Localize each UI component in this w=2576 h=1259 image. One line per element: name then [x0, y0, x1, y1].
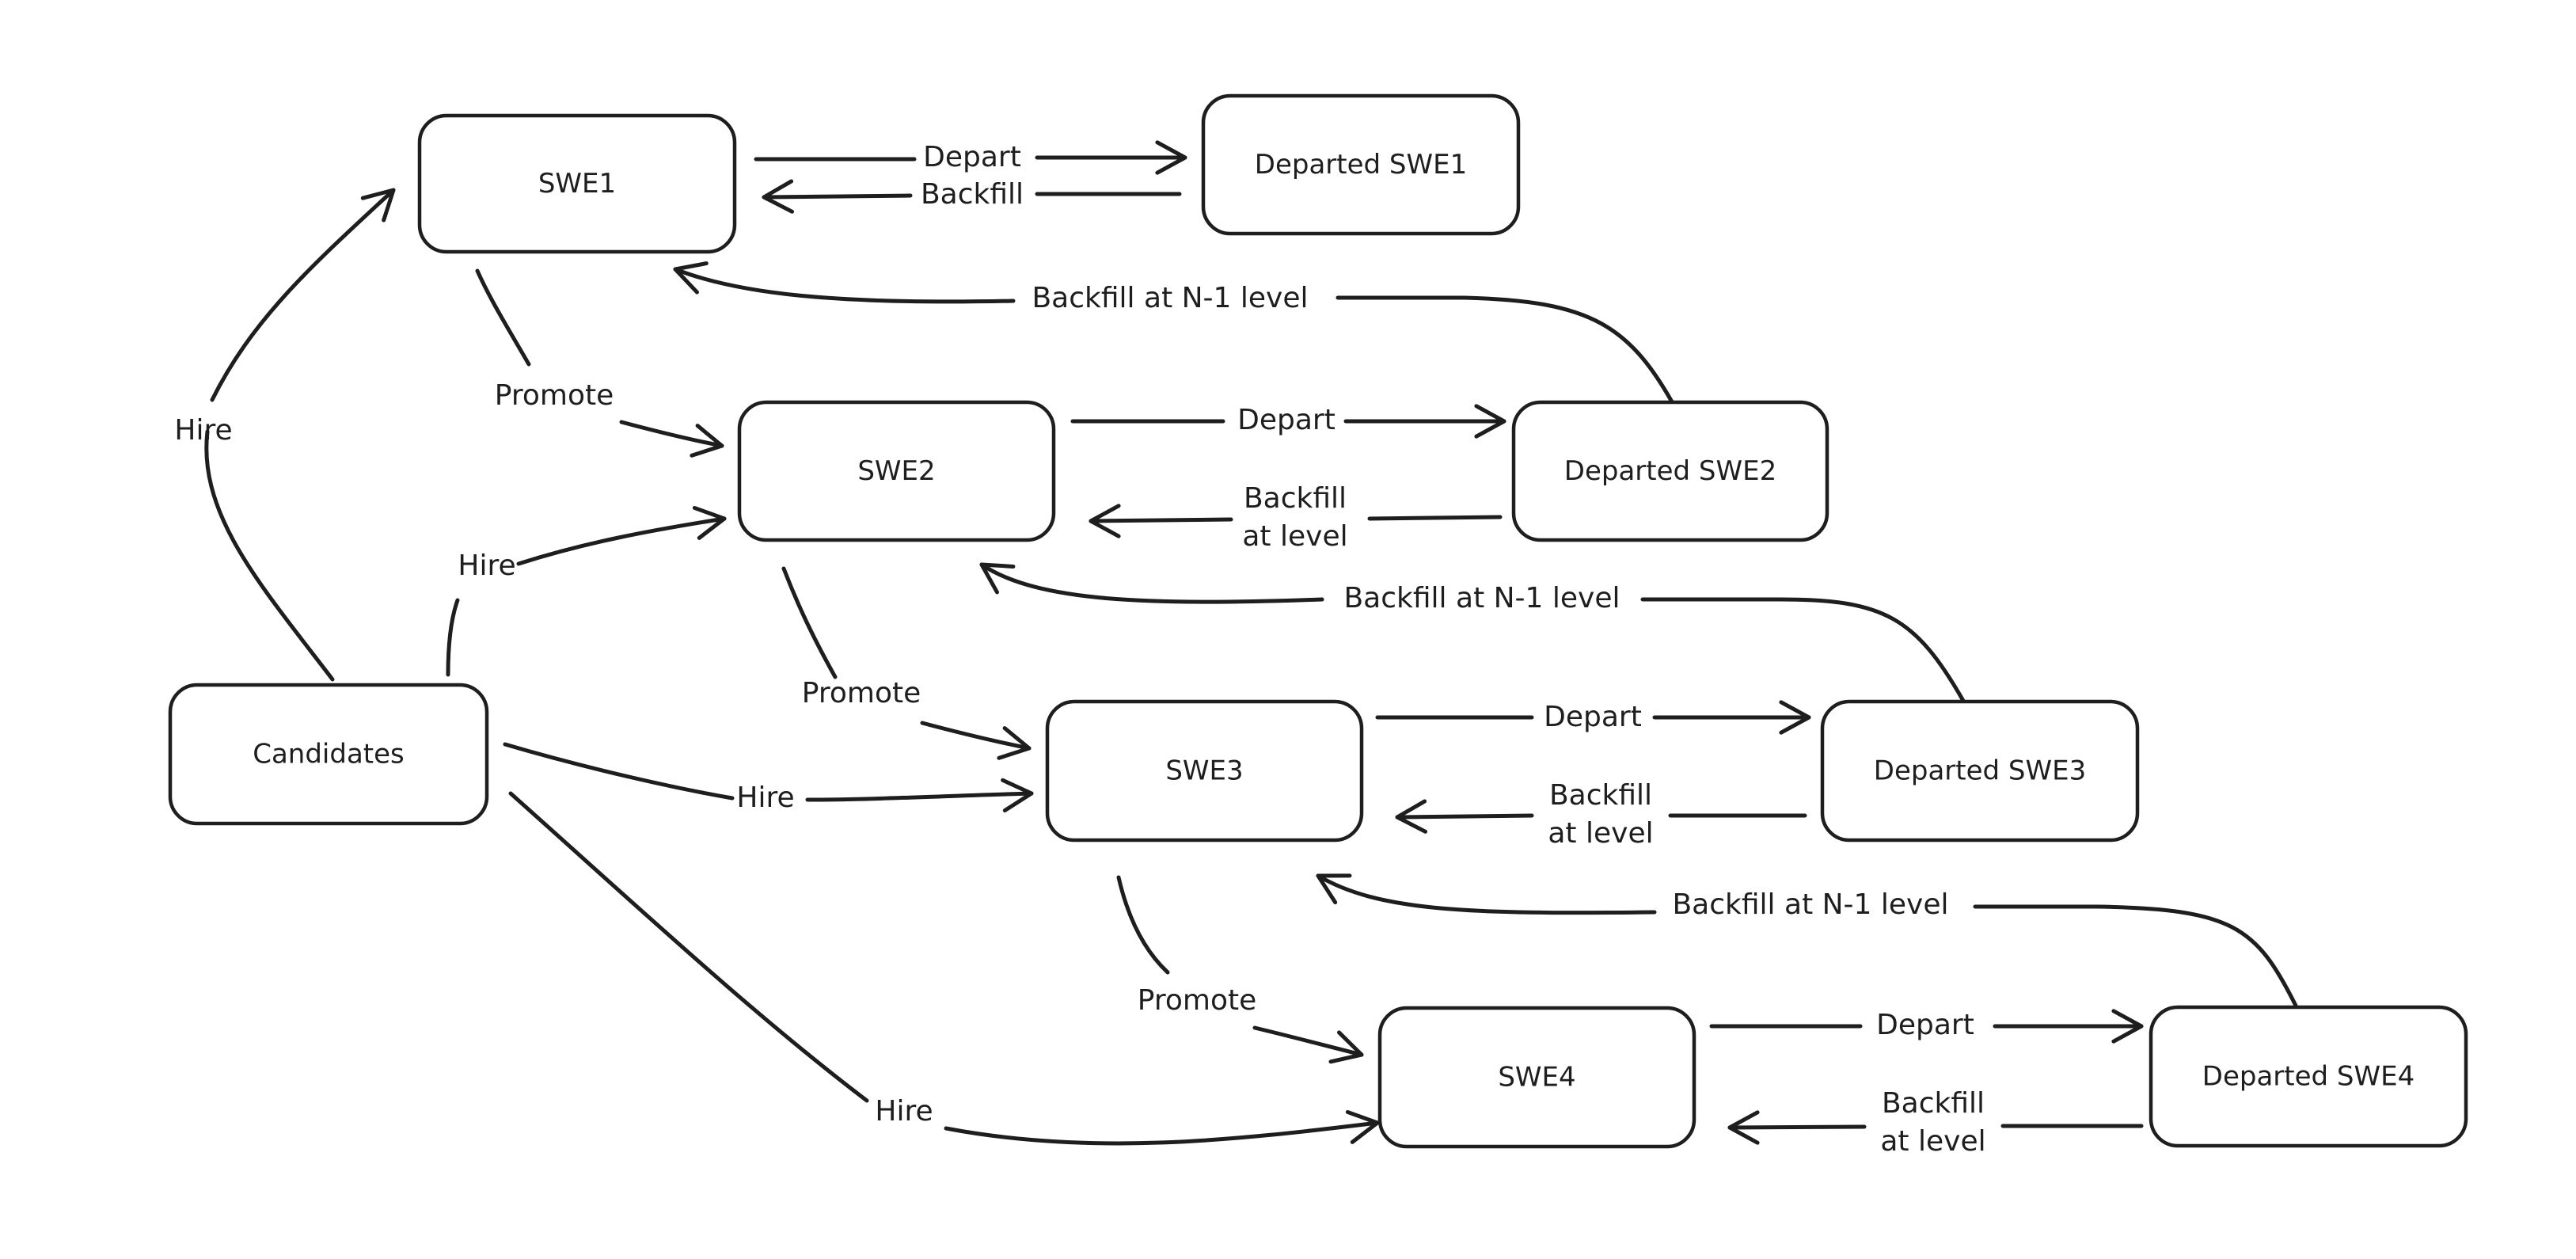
edge-label-line: at level	[1242, 520, 1347, 553]
edge-label-line: Backfill at N-1 level	[1672, 888, 1948, 921]
edge-label-line: Depart	[1237, 404, 1335, 436]
node-label: Departed SWE3	[1874, 755, 2086, 787]
edge-label-line: Backfill at N-1 level	[1343, 582, 1620, 614]
nodes-layer: SWE1 Departed SWE1 SWE2 Departed SWE2 Candid…	[168, 93, 2468, 1149]
edge-label-line: at level	[1548, 817, 1653, 850]
edge-candidates-to-swe4[interactable]	[508, 791, 1380, 1146]
edge-label: Hire	[875, 1095, 933, 1128]
node-departed-swe1[interactable]: Departed SWE1	[1201, 93, 1521, 236]
node-label: Departed SWE4	[2202, 1061, 2415, 1093]
edge-label: Depart	[1544, 701, 1642, 733]
edge-label-line: Depart	[1876, 1009, 1974, 1041]
edge-line[interactable]	[446, 516, 727, 677]
edge-label-line: Hire	[458, 550, 515, 582]
edge-label-line: Backfill	[1882, 1087, 1985, 1120]
node-label: SWE3	[1165, 755, 1243, 787]
node-label: SWE2	[857, 455, 935, 487]
node-label: Departed SWE1	[1255, 149, 1467, 181]
edge-label: Promote	[1138, 984, 1256, 1017]
edge-label: Backfill at N-1 level	[1672, 888, 1948, 921]
edge-label: Backfill at N-1 level	[1032, 282, 1308, 314]
node-departed-swe4[interactable]: Departed SWE4	[2149, 1005, 2468, 1148]
edge-label-line: Hire	[736, 782, 794, 814]
edge-label-line: at level	[1880, 1125, 1985, 1158]
edge-candidates-to-swe2[interactable]	[446, 505, 727, 677]
node-label: SWE4	[1498, 1062, 1575, 1094]
node-candidates[interactable]: Candidates	[168, 683, 489, 826]
edge-label: Depart	[1876, 1009, 1974, 1041]
node-departed-swe2[interactable]: Departed SWE2	[1511, 400, 1829, 542]
edge-label: Backfill	[921, 178, 1024, 211]
edge-label-line: Hire	[174, 414, 232, 447]
node-departed-swe3[interactable]: Departed SWE3	[1820, 699, 2140, 843]
edge-label: Hire	[458, 550, 515, 582]
edge-line[interactable]	[204, 188, 396, 682]
node-swe4[interactable]: SWE4	[1377, 1006, 1696, 1149]
edge-label-line: Promote	[1138, 984, 1256, 1017]
node-swe1[interactable]: SWE1	[417, 113, 737, 254]
edge-label: Hire	[174, 414, 232, 447]
edge-candidates-to-swe1[interactable]	[204, 188, 396, 682]
node-label: SWE1	[538, 168, 616, 200]
edge-label: Promote	[802, 677, 921, 709]
edge-label-line: Depart	[1544, 701, 1642, 733]
edge-label: Depart	[1237, 404, 1335, 436]
diagram-canvas: SWE1 Departed SWE1 SWE2 Departed SWE2 Candid…	[168, 93, 2468, 1158]
edge-label: Depart	[923, 141, 1021, 173]
edge-label: Backfill at level	[1242, 482, 1347, 553]
edge-label: Hire	[736, 782, 794, 814]
edge-swe1-to-swe2[interactable]	[475, 268, 724, 458]
edge-label: Backfill at level	[1548, 779, 1653, 850]
edge-label-line: Promote	[495, 379, 614, 412]
node-swe3[interactable]: SWE3	[1045, 699, 1364, 843]
edge-swe2-to-swe3[interactable]	[781, 566, 1032, 760]
edge-labels-layer: Hire Hire Hire Hire Promote Promote Promote Dep…	[174, 141, 1985, 1158]
edge-line[interactable]	[781, 566, 1032, 751]
edge-swe3-to-swe4[interactable]	[1116, 875, 1364, 1064]
node-label: Departed SWE2	[1564, 455, 1776, 487]
edge-label-line: Backfill	[1244, 482, 1347, 515]
edge-label-line: Promote	[802, 677, 921, 709]
edge-label-line: Backfill at N-1 level	[1032, 282, 1308, 314]
edge-label-line: Depart	[923, 141, 1021, 173]
edge-label: Promote	[495, 379, 614, 412]
edge-line[interactable]	[1116, 875, 1364, 1057]
edge-line[interactable]	[508, 791, 1380, 1146]
edge-label-line: Hire	[875, 1095, 933, 1128]
edge-label-line: Backfill	[1549, 779, 1652, 812]
edge-label-line: Backfill	[921, 178, 1024, 211]
edge-label: Backfill at N-1 level	[1343, 582, 1620, 614]
edge-line[interactable]	[475, 268, 724, 448]
node-swe2[interactable]: SWE2	[737, 400, 1056, 542]
edge-label: Backfill at level	[1880, 1087, 1985, 1158]
node-label: Candidates	[253, 739, 405, 770]
